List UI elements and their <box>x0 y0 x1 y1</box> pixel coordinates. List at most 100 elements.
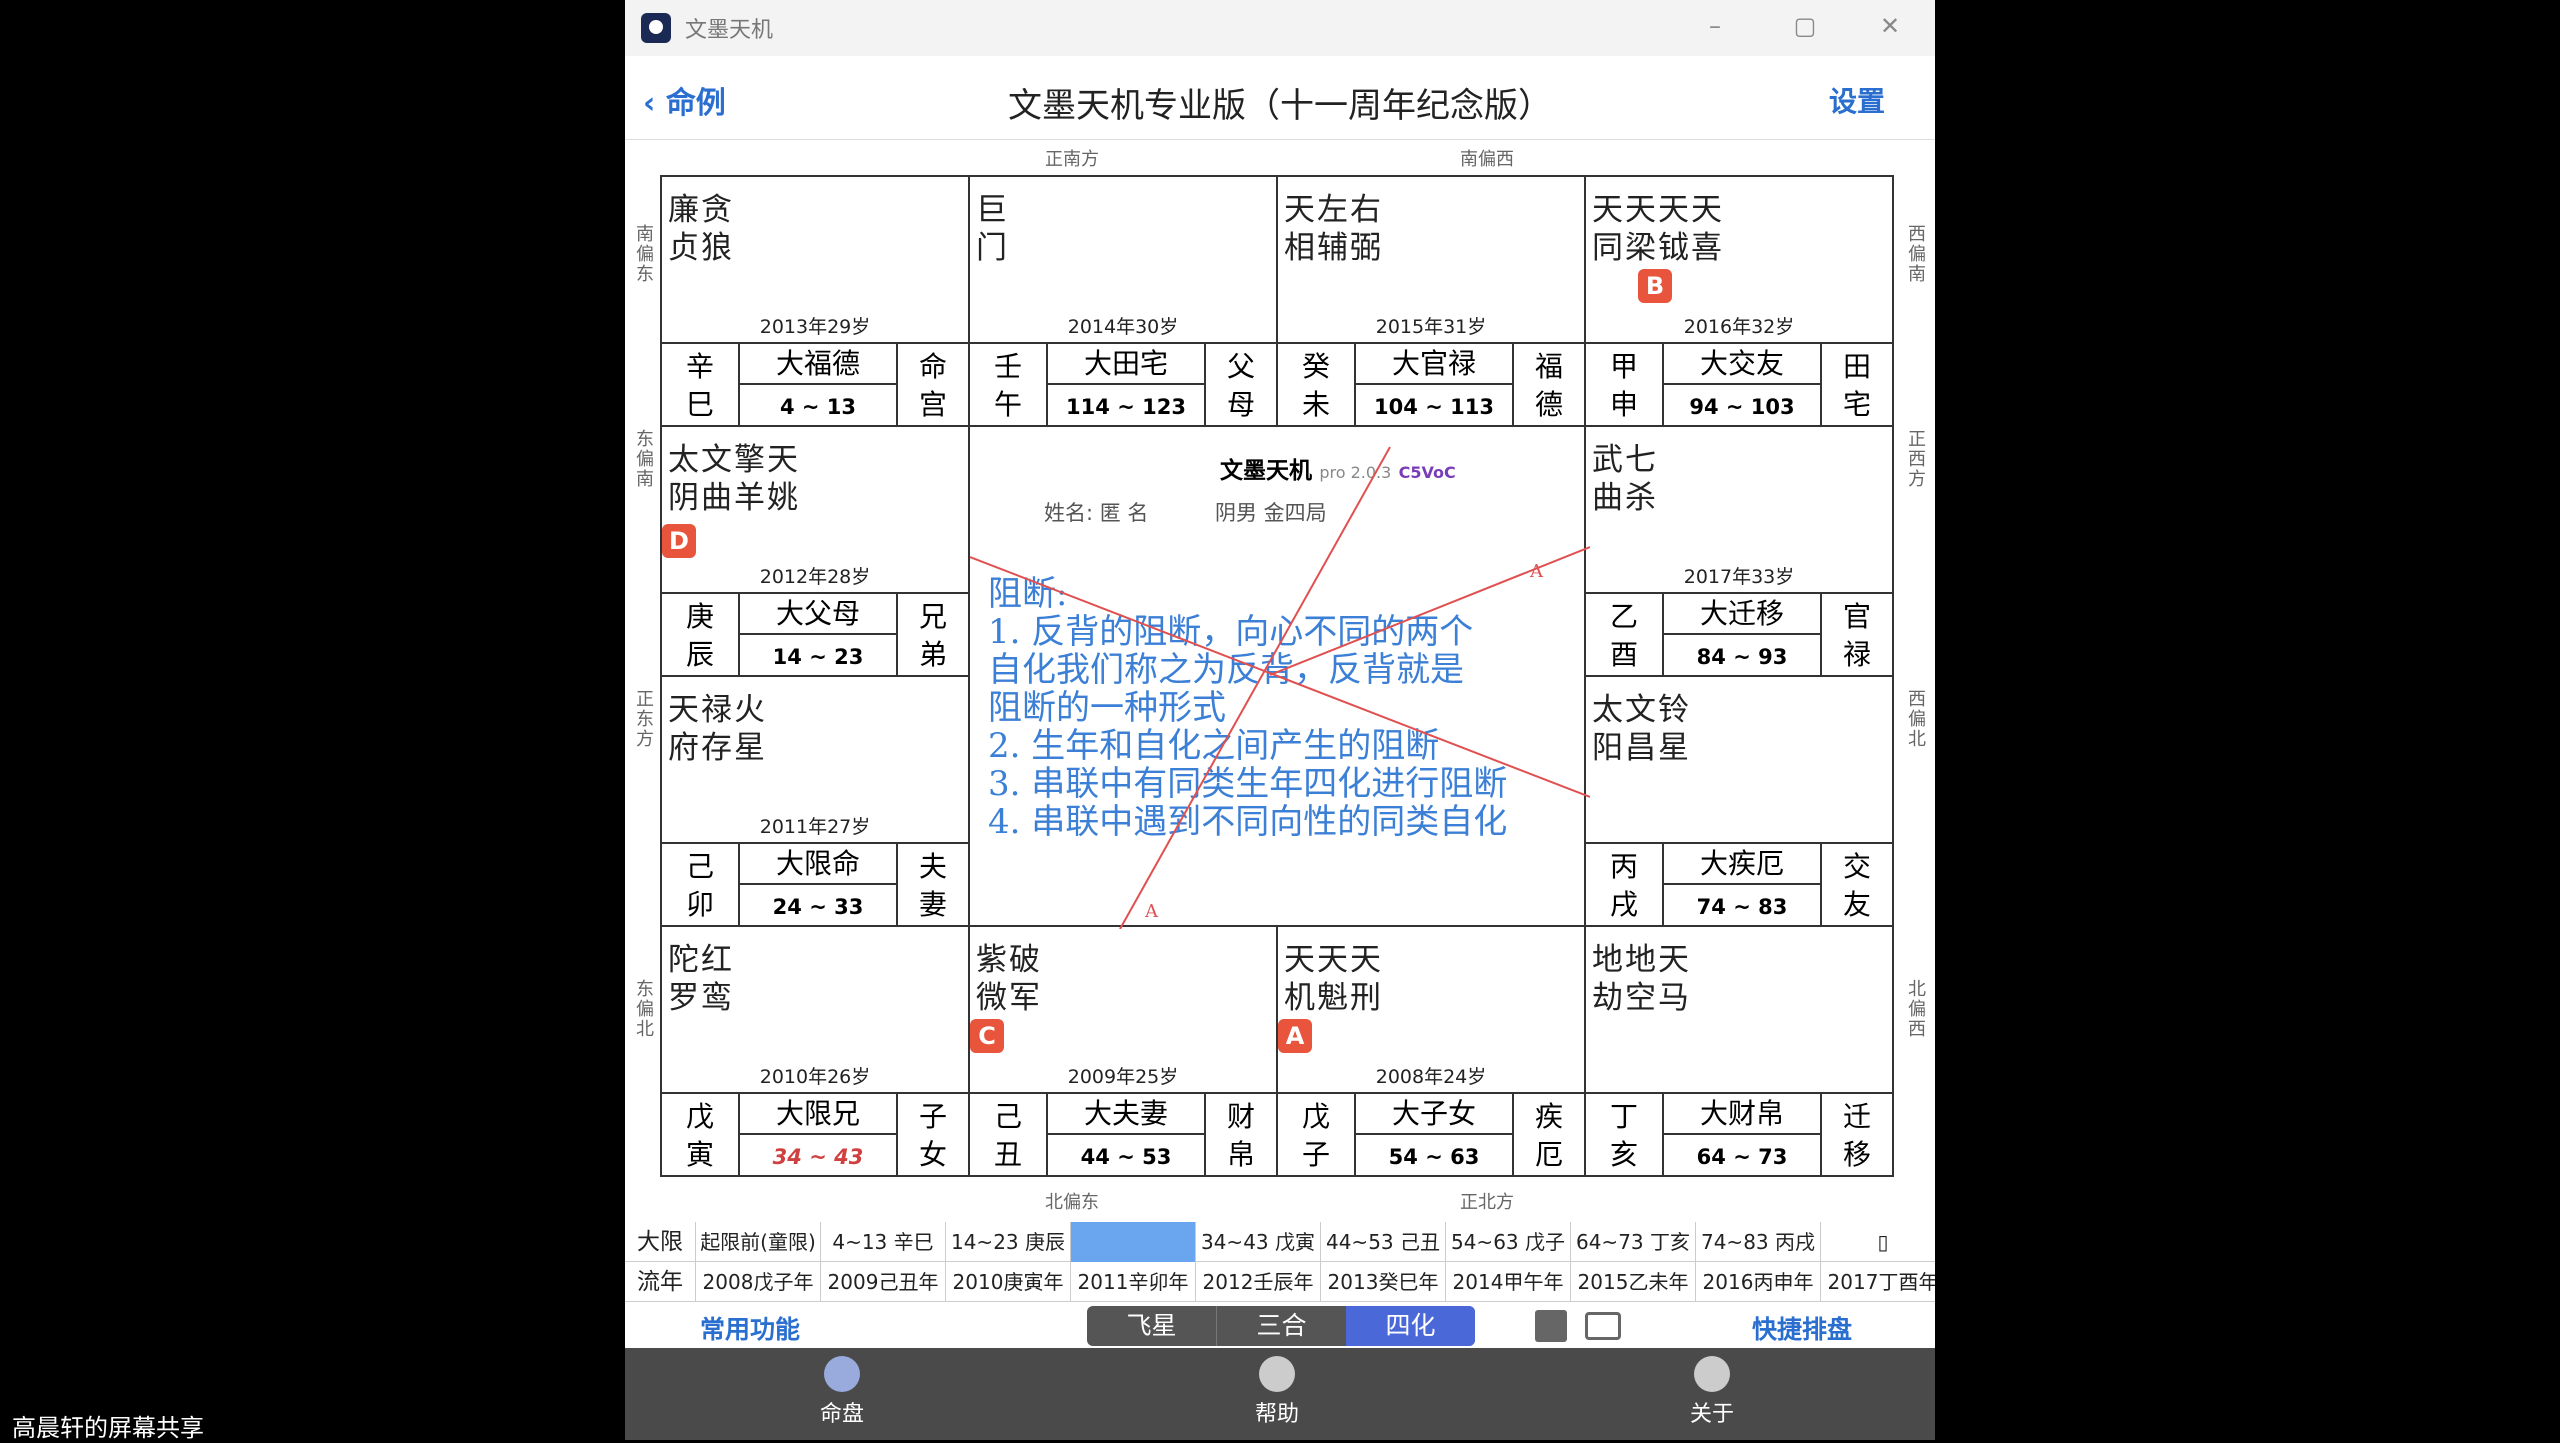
maximize-button[interactable]: ▢ <box>1785 12 1825 40</box>
palace-cell[interactable]: 天禄火 府存星 2011年27岁 己 卯 大限命 24 ~ 33 夫 妻 <box>660 675 970 927</box>
ganzhi: 戊 寅 <box>662 1094 740 1177</box>
palace-footer: 乙 酉 大迁移 84 ~ 93 官 禄 <box>1586 592 1892 677</box>
palace-cell[interactable]: 太文铃 阳昌星 丙 戌 大疾厄 74 ~ 83 交 友 <box>1584 675 1894 927</box>
daxian-palace: 大限兄 <box>740 1094 896 1135</box>
daxian-palace: 大子女 <box>1356 1094 1512 1135</box>
ganzhi: 壬 午 <box>970 344 1048 427</box>
save-icon[interactable] <box>1535 1310 1567 1342</box>
palace-cell[interactable]: 地地天 劫空马 丁 亥 大财帛 64 ~ 73 迁 移 <box>1584 925 1894 1177</box>
sihua-badge: D <box>662 524 696 558</box>
daxian-cell[interactable]: 起限前(童限) <box>695 1222 820 1262</box>
tab-about[interactable]: 关于 <box>1652 1356 1772 1428</box>
palace-footer: 丙 戌 大疾厄 74 ~ 83 交 友 <box>1586 842 1892 927</box>
liunian-cell[interactable]: 2011辛卯年 <box>1070 1262 1195 1302</box>
daxian-cell[interactable] <box>1070 1222 1195 1262</box>
daxian-cell[interactable]: 4~13 辛巳 <box>820 1222 945 1262</box>
tab-label: 关于 <box>1689 1402 1734 1427</box>
daxian-range: 24 ~ 33 <box>772 895 864 919</box>
liunian-cell[interactable]: 2013癸巳年 <box>1320 1262 1445 1302</box>
palace-age: 2011年27岁 <box>759 816 871 838</box>
daxian-cell[interactable]: 64~73 丁亥 <box>1570 1222 1695 1262</box>
palace-age: 2015年31岁 <box>1375 316 1487 338</box>
daxian-palace: 大财帛 <box>1664 1094 1820 1135</box>
tab-sihua[interactable]: 四化 <box>1346 1306 1475 1346</box>
palace-footer: 戊 寅 大限兄 34 ~ 43 子 女 <box>662 1092 968 1177</box>
liunian-cell[interactable]: 2015乙未年 <box>1570 1262 1695 1302</box>
daxian-cell[interactable]: 54~63 戊子 <box>1445 1222 1570 1262</box>
palace-cell[interactable]: 天天天 机魁刑 A 2008年24岁 戊 子 大子女 54 ~ 63 疾 厄 <box>1276 925 1586 1177</box>
flight-line <box>970 556 1590 798</box>
dir-right-2: 正西方 <box>1908 429 1926 490</box>
daxian-label: 大限 <box>637 1229 683 1255</box>
settings-button[interactable]: 设置 <box>1829 80 1885 120</box>
daxian-cell[interactable]: 14~23 庚辰 <box>945 1222 1070 1262</box>
daxian-palace: 大官禄 <box>1356 344 1512 385</box>
dir-left-2: 东偏南 <box>636 429 654 490</box>
sihua-badge: B <box>1638 269 1672 303</box>
palace-age: 2014年30岁 <box>1067 316 1179 338</box>
palace-cell[interactable]: 天左右 相辅弼 2015年31岁 癸 未 大官禄 104 ~ 113 福 德 <box>1276 175 1586 427</box>
mode-segment: 飞星 三合 四化 <box>1087 1306 1475 1346</box>
palace-footer: 壬 午 大田宅 114 ~ 123 父 母 <box>970 342 1276 427</box>
palace-footer: 丁 亥 大财帛 64 ~ 73 迁 移 <box>1586 1092 1892 1177</box>
chart-dial-icon <box>824 1356 860 1392</box>
liunian-cell[interactable]: 2014甲午年 <box>1445 1262 1570 1302</box>
print-icon[interactable] <box>1585 1312 1621 1340</box>
tab-label: 命盘 <box>819 1402 864 1427</box>
palace-cell[interactable]: 太文擎天 阴曲羊姚 D 2012年28岁 庚 辰 大父母 14 ~ 23 兄 弟 <box>660 425 970 677</box>
palace-cell[interactable]: 天天天天 同梁钺喜 B 2016年32岁 甲 申 大交友 94 ~ 103 田 宅 <box>1584 175 1894 427</box>
tab-fly-star[interactable]: 飞星 <box>1087 1306 1216 1346</box>
palace-stars: 天禄火 府存星 <box>668 692 767 766</box>
close-button[interactable]: ✕ <box>1870 12 1910 40</box>
daxian-cell[interactable]: 74~83 丙戌 <box>1695 1222 1820 1262</box>
palace-stars: 武七 曲杀 <box>1592 442 1658 516</box>
palace-stars: 紫破 微军 <box>976 942 1042 1016</box>
liunian-cell[interactable]: 2010庚寅年 <box>945 1262 1070 1302</box>
daxian-range: 84 ~ 93 <box>1696 645 1788 669</box>
ganzhi: 庚 辰 <box>662 594 740 677</box>
palace-stars: 廉贪 贞狼 <box>668 192 734 266</box>
palace-name: 迁 移 <box>1820 1094 1892 1177</box>
daxian-range: 4 ~ 13 <box>779 395 857 419</box>
flight-lines: A A <box>970 446 1590 929</box>
ganzhi: 戊 子 <box>1278 1094 1356 1177</box>
liunian-cell[interactable]: 2008戊子年 <box>695 1262 820 1302</box>
tab-sanhe[interactable]: 三合 <box>1216 1306 1346 1346</box>
daxian-cell[interactable]: 44~53 己丑 <box>1320 1222 1445 1262</box>
palace-footer: 庚 辰 大父母 14 ~ 23 兄 弟 <box>662 592 968 677</box>
minimize-button[interactable]: – <box>1695 12 1735 40</box>
palace-cell[interactable]: 武七 曲杀 2017年33岁 乙 酉 大迁移 84 ~ 93 官 禄 <box>1584 425 1894 677</box>
palace-age: 2017年33岁 <box>1683 566 1795 588</box>
daxian-cell[interactable]: ▯ <box>1820 1222 1935 1262</box>
daxian-row: 大限 起限前(童限) 4~13 辛巳 14~23 庚辰 34~43 戊寅 44~53 己丑… <box>625 1222 1935 1262</box>
palace-name: 兄 弟 <box>896 594 968 677</box>
ganzhi: 甲 申 <box>1586 344 1664 427</box>
ganzhi: 辛 巳 <box>662 344 740 427</box>
app-logo-icon <box>641 13 671 43</box>
palace-cell[interactable]: 陀红 罗鸾 2010年26岁 戊 寅 大限兄 34 ~ 43 子 女 <box>660 925 970 1177</box>
page-title: 文墨天机专业版（十一周年纪念版） <box>1008 86 1552 126</box>
liunian-cell[interactable]: 2017丁酉年 <box>1820 1262 1935 1302</box>
palace-cell[interactable]: 紫破 微军 C 2009年25岁 己 丑 大夫妻 44 ~ 53 财 帛 <box>968 925 1278 1177</box>
palace-cell[interactable]: 廉贪 贞狼 2013年29岁 辛 巳 大福德 4 ~ 13 命 宫 <box>660 175 970 427</box>
daxian-palace: 大夫妻 <box>1048 1094 1204 1135</box>
daxian-cell[interactable]: 34~43 戊寅 <box>1195 1222 1320 1262</box>
sihua-badge: A <box>1278 1019 1312 1053</box>
palace-age: 2009年25岁 <box>1067 1066 1179 1088</box>
liunian-cell[interactable]: 2016丙申年 <box>1695 1262 1820 1302</box>
daxian-range: 44 ~ 53 <box>1080 1145 1172 1169</box>
tab-chart[interactable]: 命盘 <box>782 1356 902 1428</box>
palace-footer: 甲 申 大交友 94 ~ 103 田 宅 <box>1586 342 1892 427</box>
info-icon <box>1694 1356 1730 1392</box>
sihua-badge: C <box>970 1019 1004 1053</box>
palace-stars: 巨 门 <box>976 192 1009 266</box>
quick-chart-button[interactable]: 快捷排盘 <box>1752 1310 1852 1346</box>
liunian-cell[interactable]: 2009己丑年 <box>820 1262 945 1302</box>
tab-help[interactable]: 帮助 <box>1217 1356 1337 1428</box>
palace-name: 交 友 <box>1820 844 1892 927</box>
palace-cell[interactable]: 巨 门 2014年30岁 壬 午 大田宅 114 ~ 123 父 母 <box>968 175 1278 427</box>
common-functions-button[interactable]: 常用功能 <box>700 1310 800 1346</box>
dir-right-4: 北偏西 <box>1908 979 1926 1040</box>
daxian-palace: 大限命 <box>740 844 896 885</box>
liunian-cell[interactable]: 2012壬辰年 <box>1195 1262 1320 1302</box>
